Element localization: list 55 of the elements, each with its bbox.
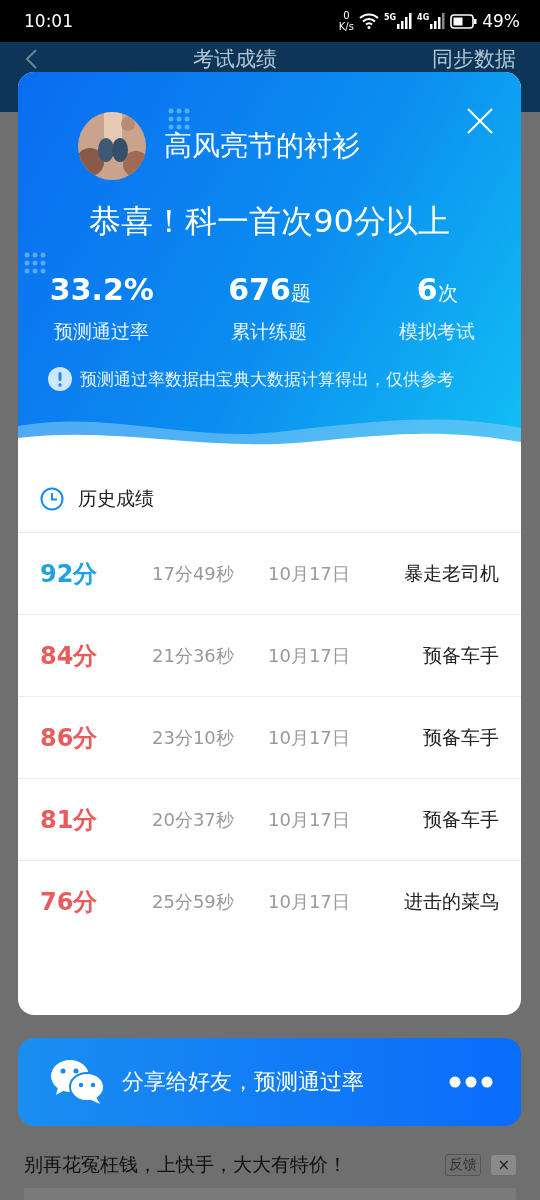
- score: 76分: [40, 886, 99, 918]
- duration: 25分59秒: [152, 889, 235, 914]
- stat-label: 累计练题: [231, 319, 308, 344]
- net-speed-value: 0: [343, 10, 350, 21]
- duration: 17分49秒: [152, 561, 235, 586]
- duration: 23分10秒: [152, 725, 235, 750]
- net-speed-unit: K/s: [338, 21, 354, 32]
- date: 10月17日: [268, 643, 351, 668]
- clock-time: 10:01: [24, 11, 74, 31]
- network-type: 4G: [417, 13, 430, 22]
- stat-value: 6: [416, 272, 438, 307]
- chat-bubbles-icon: [50, 1059, 106, 1105]
- sync-data-link[interactable]: 同步数据: [432, 48, 516, 70]
- ad-text: 别再花冤枉钱，上快手，大大有特价！: [24, 1152, 348, 1177]
- date: 10月17日: [268, 807, 351, 832]
- battery-icon: [450, 13, 478, 29]
- dot-pattern-icon: [24, 252, 48, 276]
- page-title: 考试成绩: [192, 48, 278, 70]
- stat-unit: 次: [437, 280, 458, 307]
- duration: 20分37秒: [152, 807, 235, 832]
- score: 84分: [40, 640, 99, 672]
- close-ad-button[interactable]: ×: [491, 1155, 516, 1175]
- date: 10月17日: [268, 561, 351, 586]
- network-type: 5G: [383, 13, 397, 22]
- dot-pattern-icon: [168, 108, 192, 132]
- wifi-icon: [358, 13, 379, 29]
- date: 10月17日: [268, 725, 351, 750]
- stat-value: 676: [228, 272, 291, 307]
- history-title: 历史成绩: [78, 486, 154, 511]
- more-icon[interactable]: [449, 1076, 493, 1088]
- feedback-button[interactable]: 反馈: [445, 1154, 482, 1176]
- headline: 恭喜！科一首次90分以上: [88, 201, 451, 242]
- share-text: 分享给好友，预测通过率: [122, 1068, 365, 1096]
- stat-value: 33.2%: [49, 272, 154, 307]
- clock-icon: [40, 487, 64, 511]
- score: 92分: [40, 558, 99, 590]
- back-icon[interactable]: [24, 48, 38, 70]
- signal-icon: [396, 13, 413, 29]
- user-name: 高风亮节的衬衫: [164, 128, 360, 164]
- date: 10月17日: [268, 889, 351, 914]
- signal-icon: [429, 13, 446, 29]
- stat-label: 预测通过率: [54, 319, 150, 344]
- notice-text: 预测通过率数据由宝典大数据计算得出，仅供参考: [80, 367, 454, 391]
- duration: 21分36秒: [152, 643, 235, 668]
- stat-unit: 题: [290, 281, 311, 307]
- rank-title: 预备车手: [422, 806, 499, 832]
- score: 86分: [40, 722, 99, 754]
- info-icon: [48, 367, 72, 391]
- rank-title: 暴走老司机: [403, 560, 499, 586]
- stat-label: 模拟考试: [399, 319, 476, 344]
- rank-title: 预备车手: [422, 642, 499, 668]
- score: 81分: [40, 804, 99, 836]
- battery-percent: 49%: [482, 11, 520, 31]
- rank-title: 进击的菜鸟: [403, 888, 499, 914]
- rank-title: 预备车手: [422, 724, 499, 750]
